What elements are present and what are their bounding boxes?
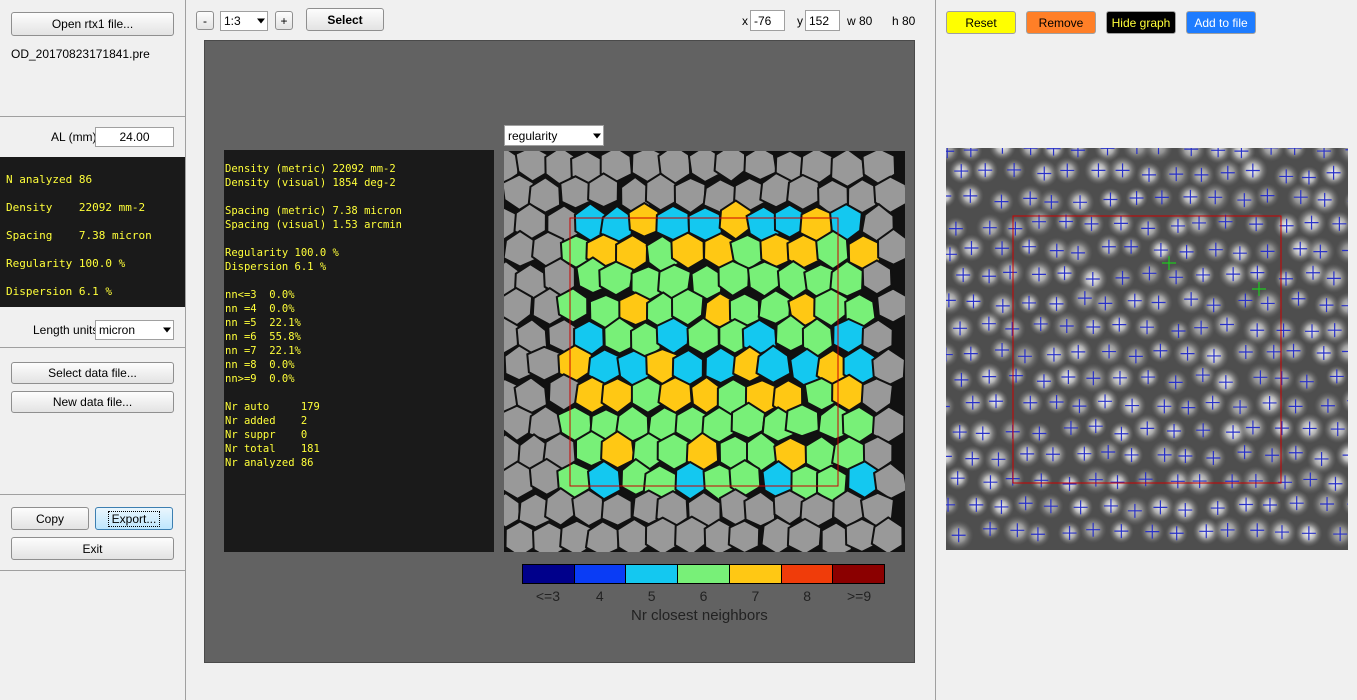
remove-button[interactable]: Remove (1026, 11, 1096, 34)
w-label: w 80 (847, 14, 873, 28)
stats-line (225, 232, 494, 246)
filename-label: OD_20170823171841.pre (11, 47, 150, 61)
stats-line: Nr added 2 (225, 415, 308, 427)
colorbar-segment (678, 565, 730, 583)
select-data-file-button[interactable]: Select data file... (11, 362, 174, 384)
y-label: y (797, 14, 803, 28)
new-data-file-button[interactable]: New data file... (11, 391, 174, 413)
exit-button[interactable]: Exit (11, 537, 174, 560)
left-panel: Open rtx1 file... OD_20170823171841.pre … (0, 0, 186, 700)
colorbar-segment (574, 565, 627, 583)
stats-line: Density (metric) 22092 mm-2 (225, 163, 396, 175)
x-label: x (742, 14, 748, 28)
stats-line (225, 190, 494, 204)
open-rtx1-button[interactable]: Open rtx1 file... (11, 12, 174, 36)
h-label: h 80 (892, 14, 916, 28)
divider (0, 116, 186, 117)
stats-line: Regularity 100.0 % (225, 247, 339, 259)
stat-regularity: Regularity 100.0 % (6, 257, 126, 270)
select-button[interactable]: Select (306, 8, 384, 31)
al-label: AL (mm) (51, 130, 97, 144)
retina-image (946, 148, 1348, 550)
stats-line: Spacing (visual) 1.53 arcmin (225, 219, 403, 231)
colorbar-title: Nr closest neighbors (631, 607, 768, 624)
stats-line: nn =4 0.0% (225, 303, 295, 315)
colorbar-segment (523, 565, 575, 583)
zoom-value: 1:3 (224, 14, 241, 28)
colorbar-tick-label: >=9 (846, 588, 872, 604)
voronoi-cell (786, 173, 821, 211)
stat-spacing: Spacing 7.38 micron (6, 229, 152, 242)
add-to-file-button[interactable]: Add to file (1186, 11, 1256, 34)
stats-line: Spacing (metric) 7.38 micron (225, 205, 403, 217)
detailed-stats-panel: Density (metric) 22092 mm-2 Density (visu… (224, 150, 494, 552)
chevron-down-icon (163, 327, 171, 333)
y-input[interactable]: 152 (805, 10, 840, 31)
stats-line (225, 386, 494, 400)
al-input[interactable]: 24.00 (95, 127, 174, 147)
colorbar-segment (781, 565, 834, 583)
colorbar-segment (729, 565, 782, 583)
zoom-in-button[interactable]: + (275, 11, 293, 30)
x-input[interactable]: -76 (750, 10, 785, 31)
divider (0, 570, 186, 571)
stats-line: Density (visual) 1854 deg-2 (225, 177, 396, 189)
voronoi-cell (784, 403, 820, 438)
voronoi-map (504, 151, 905, 552)
stats-line: Nr auto 179 (225, 401, 320, 413)
stats-line: Nr analyzed 86 (225, 457, 314, 469)
stat-density: Density 22092 mm-2 (6, 201, 146, 214)
stats-line: Nr total 181 (225, 443, 320, 455)
hide-graph-button[interactable]: Hide graph (1106, 11, 1176, 34)
length-units-label: Length units (33, 323, 99, 337)
divider (0, 494, 186, 495)
stats-line: nn =5 22.1% (225, 317, 301, 329)
divider (0, 347, 186, 348)
stat-dispersion: Dispersion 6.1 % (6, 285, 112, 298)
stat-n-analyzed: N analyzed 86 (6, 173, 93, 186)
neighbor-colorbar (522, 564, 885, 584)
mode-select[interactable]: regularity (504, 125, 604, 146)
length-units-select[interactable]: micron (95, 320, 174, 340)
chevron-down-icon (593, 133, 601, 138)
colorbar-tick-label: 4 (595, 588, 604, 604)
stats-line (225, 274, 494, 288)
stats-line: nn =8 0.0% (225, 359, 295, 371)
colorbar-tick-label: <=3 (535, 588, 560, 604)
voronoi-cell (559, 175, 592, 210)
copy-button[interactable]: Copy (11, 507, 89, 530)
reset-button[interactable]: Reset (946, 11, 1016, 34)
stats-line: Nr suppr 0 (225, 429, 308, 441)
chevron-down-icon (257, 18, 265, 24)
export-button[interactable]: Export... (95, 507, 173, 530)
zoom-out-button[interactable]: - (196, 11, 214, 30)
colorbar-tick-label: 7 (751, 588, 760, 604)
divider (185, 0, 186, 700)
mode-value: regularity (508, 128, 558, 143)
colorbar-tick-label: 8 (803, 588, 812, 604)
voronoi-cell (876, 287, 905, 324)
colorbar-segment (833, 565, 885, 583)
zoom-select[interactable]: 1:3 (220, 11, 268, 31)
colorbar-segment (626, 565, 679, 583)
colorbar-tick-label: 5 (647, 588, 656, 604)
stats-line: nn>=9 0.0% (225, 373, 295, 385)
stats-line: Dispersion 6.1 % (225, 261, 327, 273)
voronoi-cell (727, 519, 761, 552)
colorbar-tick-label: 6 (699, 588, 708, 604)
stats-line: nn<=3 0.0% (225, 289, 295, 301)
divider (935, 0, 936, 700)
summary-stats-panel: N analyzed 86 Density 22092 mm-2 Spacing… (0, 157, 185, 307)
stats-line: nn =6 55.8% (225, 331, 301, 343)
stats-line: nn =7 22.1% (225, 345, 301, 357)
length-units-value: micron (99, 323, 136, 337)
